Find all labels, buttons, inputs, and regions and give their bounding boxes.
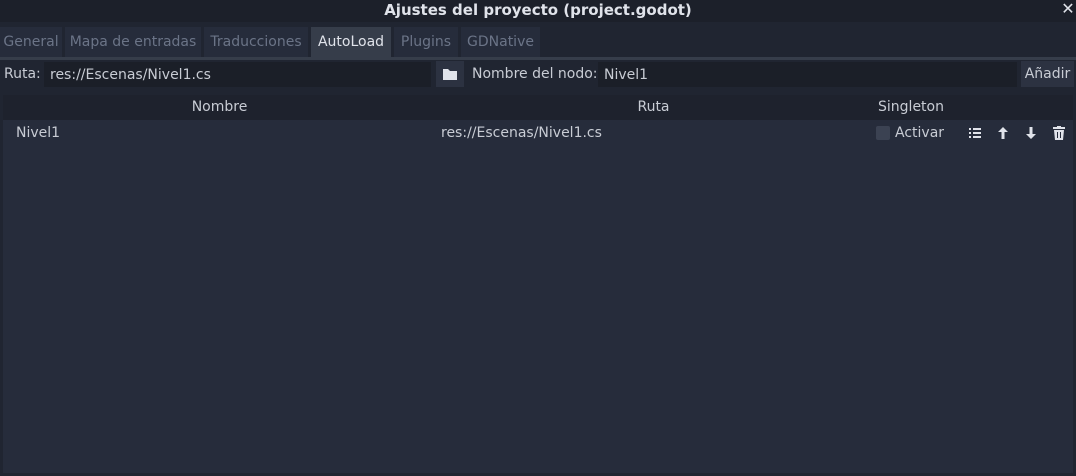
tab-plugins[interactable]: Plugins xyxy=(394,27,458,57)
tab-input-map[interactable]: Mapa de entradas xyxy=(65,27,201,57)
move-up-icon[interactable] xyxy=(995,125,1011,141)
close-icon[interactable]: ✕ xyxy=(1060,0,1076,18)
node-name-field[interactable]: Nivel1 xyxy=(598,62,1017,87)
path-label: Ruta: xyxy=(4,66,41,82)
singleton-label[interactable]: Activar xyxy=(895,121,944,145)
column-header-name: Nombre xyxy=(191,99,248,115)
tab-autoload[interactable]: AutoLoad xyxy=(311,27,391,57)
table-header: Nombre Ruta Singleton xyxy=(3,95,1073,120)
folder-icon xyxy=(443,69,457,80)
column-header-path: Ruta xyxy=(637,99,670,115)
tab-translations[interactable]: Traducciones xyxy=(204,27,308,57)
browse-button[interactable] xyxy=(436,61,464,87)
trash-icon[interactable] xyxy=(1051,125,1067,141)
tab-underline xyxy=(0,57,1076,60)
table-row[interactable]: Nivel1 res://Escenas/Nivel1.cs Activar xyxy=(3,121,1073,145)
row-name[interactable]: Nivel1 xyxy=(16,121,60,145)
tab-gdnative[interactable]: GDNative xyxy=(461,27,540,57)
tab-general[interactable]: General xyxy=(0,27,62,57)
list-icon[interactable] xyxy=(967,125,983,141)
node-name-label: Nombre del nodo: xyxy=(472,66,598,82)
row-path[interactable]: res://Escenas/Nivel1.cs xyxy=(441,121,602,145)
title-bar: Ajustes del proyecto (project.godot) ✕ xyxy=(0,0,1076,22)
path-field[interactable]: res://Escenas/Nivel1.cs xyxy=(44,62,431,87)
autoload-table: Nombre Ruta Singleton Nivel1 res://Escen… xyxy=(3,95,1073,473)
singleton-checkbox[interactable] xyxy=(876,126,890,140)
column-header-singleton: Singleton xyxy=(878,99,944,115)
add-button[interactable]: Añadir xyxy=(1021,61,1074,87)
window-title: Ajustes del proyecto (project.godot) xyxy=(384,1,692,19)
tab-bar: General Mapa de entradas Traducciones Au… xyxy=(0,27,1076,57)
move-down-icon[interactable] xyxy=(1023,125,1039,141)
